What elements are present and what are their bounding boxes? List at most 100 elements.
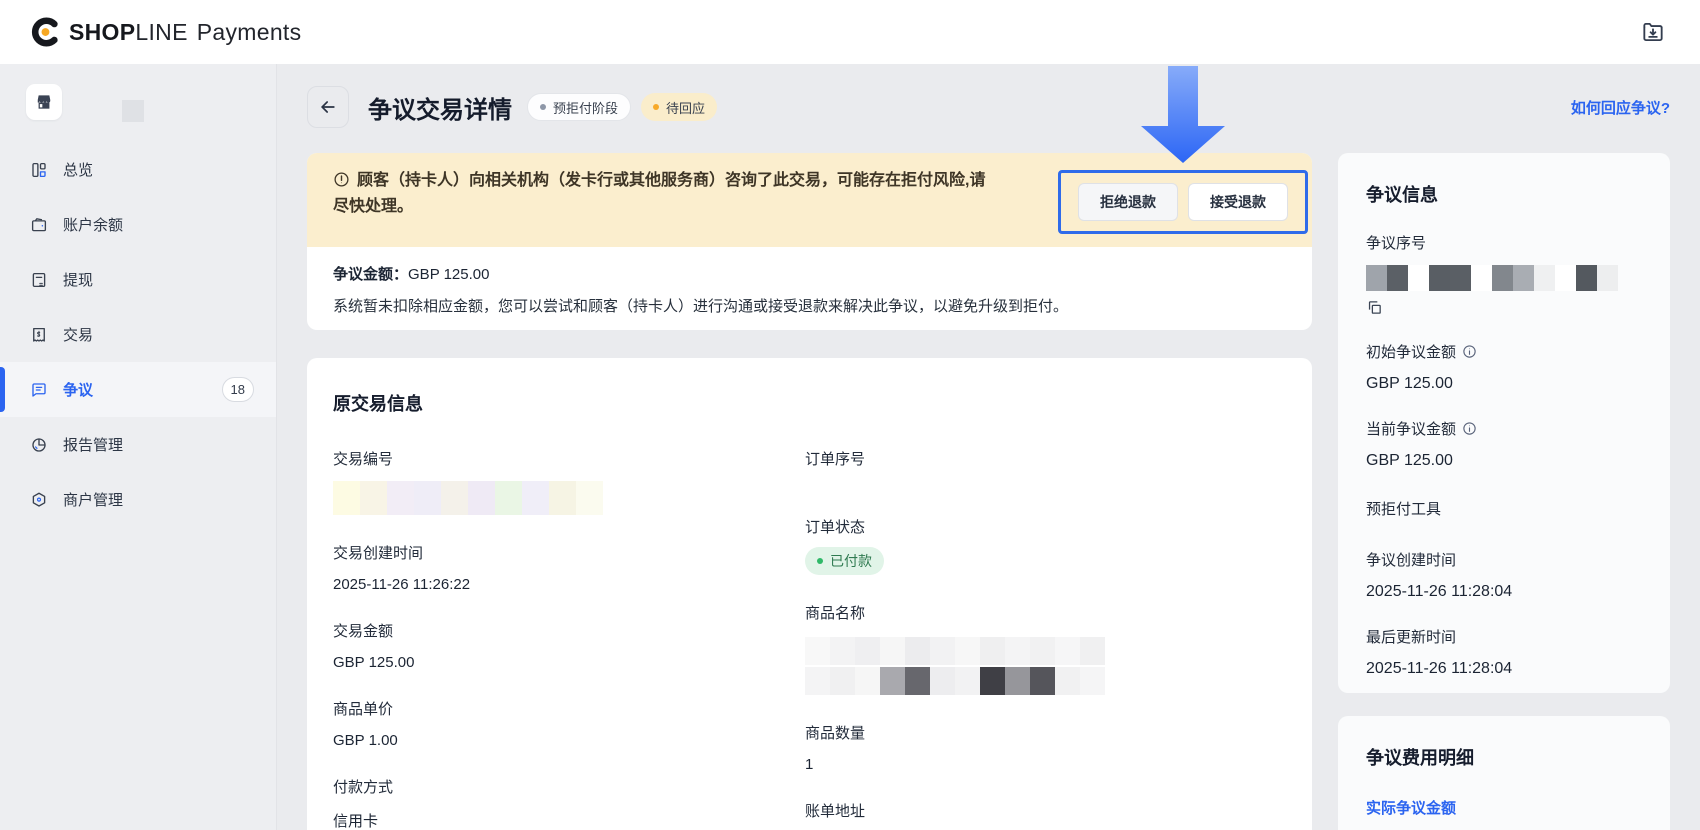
overview-icon [30,161,48,179]
field-order-status: 订单状态 已付款 [805,516,1286,575]
warning-banner: 顾客（持卡人）向相关机构（发卡行或其他服务商）咨询了此交易，可能存在拒付风险,请… [307,153,1312,247]
field-quantity: 商品数量 1 [805,722,1286,773]
field-label: 交易编号 [333,448,805,469]
balance-icon [30,216,48,234]
orange-dot-icon [653,104,659,110]
field-label: 账单地址 [805,800,1286,821]
sidebar-item-label: 争议 [63,379,93,400]
transaction-grid: 交易编号 交易创建时间 2025-11-26 11:26:22 交易金额 GBP… [333,448,1286,830]
transaction-no-redacted [333,481,805,515]
field-label: 交易创建时间 [333,542,805,563]
stage-badge-label: 预拒付阶段 [553,98,618,117]
page-header: 争议交易详情 预拒付阶段 待回应 如何回应争议? [307,86,1670,128]
transaction-left-column: 交易编号 交易创建时间 2025-11-26 11:26:22 交易金额 GBP… [333,448,805,830]
sidebar-item-merchant[interactable]: 商户管理 [0,472,276,527]
field-dispute-serial: 争议序号 [1366,232,1642,316]
field-value: GBP 125.00 [1366,375,1642,393]
reports-icon [30,436,48,454]
sidebar: 总览 账户余额 提现 交 [0,64,277,830]
field-current-amount: 当前争议金额 GBP 125.00 [1366,418,1642,470]
field-label: 商品单价 [333,698,805,719]
warning-message-text: 顾客（持卡人）向相关机构（发卡行或其他服务商）咨询了此交易，可能存在拒付风险,请… [333,172,985,215]
sidebar-item-transactions[interactable]: 交易 [0,307,276,362]
product-name-redacted-row2 [805,667,1286,695]
field-label: 争议创建时间 [1366,549,1642,570]
field-value: GBP 125.00 [1366,452,1642,470]
shop-avatar[interactable] [26,84,62,120]
actual-dispute-amount-link[interactable]: 实际争议金额 [1366,797,1642,818]
paid-status-label: 已付款 [830,551,872,571]
sidebar-shop-row [0,64,276,142]
main-column: 顾客（持卡人）向相关机构（发卡行或其他服务商）咨询了此交易，可能存在拒付风险,请… [307,153,1312,830]
field-product-name: 商品名称 [805,602,1286,695]
shopline-logo-mark [30,17,60,47]
top-bar: SHOPLINEPayments [0,0,1700,64]
field-label: 订单序号 [805,448,1286,469]
sidebar-item-label: 交易 [63,324,93,345]
page-title: 争议交易详情 [368,90,512,125]
fee-card-title: 争议费用明细 [1366,744,1642,770]
field-payment-method: 付款方式 信用卡 [333,776,805,830]
copy-button[interactable] [1366,299,1384,316]
field-last-updated: 最后更新时间 2025-11-26 11:28:04 [1366,626,1642,678]
field-label: 当前争议金额 [1366,418,1456,439]
dispute-amount-label: 争议金额： [333,266,408,283]
field-label: 争议序号 [1366,232,1642,253]
sidebar-item-withdraw[interactable]: 提现 [0,252,276,307]
dispute-amount-value: GBP 125.00 [408,266,489,283]
brand-payments: Payments [197,19,302,46]
dispute-serial-redacted [1366,265,1642,291]
sidebar-item-overview[interactable]: 总览 [0,142,276,197]
shopline-logo-text: SHOPLINEPayments [69,19,301,46]
field-label: 商品名称 [805,602,1286,623]
sidebar-item-label: 提现 [63,269,93,290]
field-value: GBP 125.00 [333,654,805,671]
warning-message: 顾客（持卡人）向相关机构（发卡行或其他服务商）咨询了此交易，可能存在拒付风险,请… [333,168,993,220]
field-order-serial: 订单序号 [805,448,1286,469]
field-prechargeback-tool: 预拒付工具 [1366,498,1642,519]
sidebar-item-balance[interactable]: 账户余额 [0,197,276,252]
info-icon[interactable] [1462,344,1477,359]
field-label: 订单状态 [805,516,1286,537]
field-label: 最后更新时间 [1366,626,1642,647]
dispute-info-card: 争议信息 争议序号 初始争议金额 [1338,153,1670,693]
accept-refund-button[interactable]: 接受退款 [1188,183,1288,221]
dispute-info-title: 争议信息 [1366,181,1642,207]
field-value: 2025-11-26 11:28:04 [1366,583,1642,601]
status-badge-label: 待回应 [666,98,705,117]
back-button[interactable] [307,86,349,128]
field-transaction-amount: 交易金额 GBP 125.00 [333,620,805,671]
field-transaction-no: 交易编号 [333,448,805,515]
download-icon [1640,19,1666,45]
paid-status-pill: 已付款 [805,547,884,575]
storefront-icon [34,92,54,112]
info-icon[interactable] [1462,421,1477,436]
shopline-logo: SHOPLINEPayments [30,17,301,47]
sidebar-item-reports[interactable]: 报告管理 [0,417,276,472]
field-value: 1 [805,756,1286,773]
transaction-right-column: 订单序号 订单状态 已付款 商品名称 [805,448,1286,830]
side-column: 争议信息 争议序号 初始争议金额 [1338,153,1670,830]
field-label: 初始争议金额 [1366,341,1456,362]
field-label: 交易金额 [333,620,805,641]
sidebar-item-label: 账户余额 [63,214,123,235]
reject-refund-button[interactable]: 拒绝退款 [1078,183,1178,221]
warning-circle-icon [333,171,350,188]
dispute-description: 系统暂未扣除相应金额，您可以尝试和顾客（持卡人）进行沟通或接受退款来解决此争议，… [333,295,1286,316]
copy-icon [1366,299,1383,316]
merchant-icon [30,491,48,509]
arrow-left-icon [318,97,338,117]
gray-dot-icon [540,104,546,110]
disputes-count-badge: 18 [222,377,254,402]
field-value: GBP 1.00 [333,732,805,749]
sidebar-item-disputes[interactable]: 争议 18 [0,362,276,417]
sidebar-item-label: 商户管理 [63,489,123,510]
disputes-icon [30,381,48,399]
shop-name-redacted [122,100,144,122]
download-button[interactable] [1636,15,1670,49]
green-dot-icon [817,558,823,564]
help-link[interactable]: 如何回应争议? [1571,97,1670,118]
field-label: 商品数量 [805,722,1286,743]
dispute-alert-card: 顾客（持卡人）向相关机构（发卡行或其他服务商）咨询了此交易，可能存在拒付风险,请… [307,153,1312,330]
transactions-icon [30,326,48,344]
